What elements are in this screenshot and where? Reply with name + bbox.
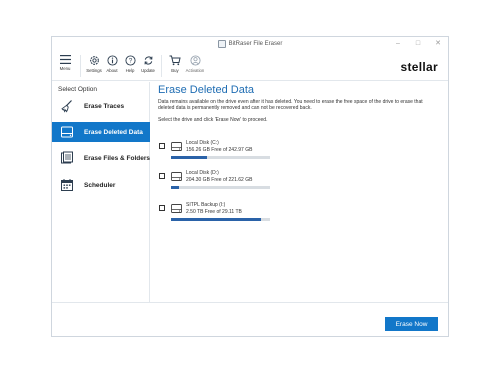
sidebar-item-label: Erase Files & Folders — [83, 154, 150, 162]
drive-checkbox[interactable] — [159, 205, 165, 211]
page-instruction: Select the drive and click 'Erase Now' t… — [158, 116, 268, 123]
gear-icon — [89, 56, 99, 65]
update-label: Update — [141, 68, 155, 73]
footer-bar: Erase Now — [52, 302, 448, 336]
activation-icon — [189, 55, 201, 66]
sidebar-title: Select Option — [58, 86, 98, 93]
drive-usage-bar — [171, 156, 270, 159]
sidebar-item-label: Erase Deleted Data — [84, 128, 143, 136]
sidebar-item-label: Scheduler — [84, 181, 116, 189]
sidebar-item-erase-files-folders[interactable]: Erase Files & Folders — [52, 148, 150, 168]
drive-row[interactable]: Local Disk (D:) 204.30 GB Free of 221.62… — [158, 170, 298, 196]
drive-name: Local Disk (C:) — [186, 140, 219, 146]
drive-checkbox[interactable] — [159, 143, 165, 149]
hamburger-icon — [59, 55, 71, 64]
update-button[interactable]: Update — [139, 55, 157, 73]
buy-button[interactable]: Buy — [166, 55, 184, 73]
main-panel: Erase Deleted Data Data remains availabl… — [158, 84, 440, 123]
about-label: About — [106, 68, 118, 73]
sidebar-item-erase-deleted-data[interactable]: Erase Deleted Data — [52, 122, 150, 142]
about-button[interactable]: About — [103, 55, 121, 73]
sidebar-item-scheduler[interactable]: Scheduler — [52, 175, 150, 195]
drive-usage-fill — [171, 186, 179, 189]
help-button[interactable]: ? Help — [121, 55, 139, 73]
erase-now-button[interactable]: Erase Now — [385, 317, 438, 331]
activation-label: Activation — [185, 68, 205, 73]
disk-icon — [171, 142, 182, 151]
svg-text:?: ? — [128, 58, 132, 65]
menu-label: Menu — [59, 66, 71, 71]
calendar-icon — [61, 179, 73, 191]
drive-usage-bar — [171, 218, 270, 221]
menu-button[interactable]: Menu — [56, 55, 74, 71]
help-label: Help — [125, 68, 135, 73]
cart-icon — [169, 55, 181, 66]
drive-row[interactable]: Local Disk (C:) 156.26 GB Free of 242.97… — [158, 140, 298, 166]
broom-icon — [61, 100, 72, 113]
sidebar: Select Option Erase Traces Erase Deleted… — [52, 82, 150, 336]
settings-label: Settings — [86, 68, 102, 73]
drive-checkbox[interactable] — [159, 173, 165, 179]
drive-free-space: 156.26 GB Free of 242.97 GB — [186, 147, 253, 153]
info-icon — [106, 55, 118, 66]
disk-icon — [171, 204, 182, 213]
disk-icon — [171, 172, 182, 181]
app-icon — [217, 40, 226, 48]
title-bar: BitRaser File Eraser – □ ✕ — [52, 37, 448, 51]
toolbar-divider — [161, 55, 162, 77]
drive-free-space: 2.50 TB Free of 29.11 TB — [186, 209, 242, 215]
minimize-icon[interactable]: – — [394, 39, 402, 48]
close-icon[interactable]: ✕ — [434, 39, 442, 48]
files-icon — [60, 151, 73, 164]
toolbar: Menu Settings About ? Help Update Buy Ac… — [52, 51, 448, 81]
app-window: BitRaser File Eraser – □ ✕ Menu Settings — [51, 36, 449, 337]
brand-logo: stellar — [400, 60, 438, 74]
window-controls: – □ ✕ — [394, 39, 442, 48]
drive-row[interactable]: SITPL Backup (I:) 2.50 TB Free of 29.11 … — [158, 202, 298, 228]
toolbar-divider — [80, 55, 81, 77]
help-icon: ? — [124, 55, 136, 66]
sidebar-item-erase-traces[interactable]: Erase Traces — [52, 96, 150, 116]
drive-free-space: 204.30 GB Free of 221.62 GB — [186, 177, 253, 183]
activation-button[interactable]: Activation — [184, 55, 206, 73]
settings-button[interactable]: Settings — [85, 55, 103, 73]
drive-usage-bar — [171, 186, 270, 189]
drive-usage-fill — [171, 156, 207, 159]
maximize-icon[interactable]: □ — [414, 39, 422, 48]
drive-icon — [61, 126, 73, 138]
drive-name: Local Disk (D:) — [186, 170, 219, 176]
buy-label: Buy — [171, 68, 179, 73]
refresh-icon — [144, 56, 152, 65]
drive-usage-fill — [171, 218, 262, 221]
page-description: Data remains available on the drive even… — [158, 99, 423, 112]
drive-name: SITPL Backup (I:) — [186, 202, 226, 208]
sidebar-item-label: Erase Traces — [84, 102, 125, 110]
page-title: Erase Deleted Data — [158, 84, 254, 96]
window-title: BitRaser File Eraser — [228, 41, 283, 47]
